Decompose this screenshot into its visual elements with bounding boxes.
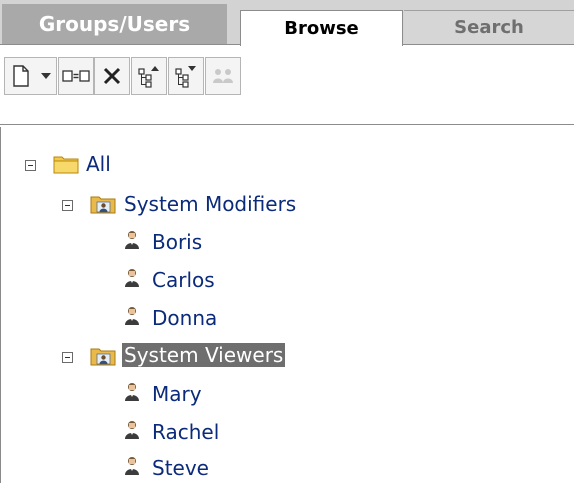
tree-node-user[interactable]: Donna: [0, 304, 300, 334]
user-icon: [125, 269, 139, 287]
tree-label: Carlos: [152, 268, 215, 292]
move-down-icon: [175, 66, 196, 88]
move-up-button[interactable]: [131, 57, 167, 95]
toolbar-divider: [0, 124, 574, 125]
assign-users-button[interactable]: [205, 57, 241, 95]
delete-icon: [103, 67, 121, 85]
tree-node-all[interactable]: All: [0, 151, 200, 181]
dropdown-arrow-icon: [40, 73, 51, 79]
tree-node-user[interactable]: Mary: [0, 380, 300, 410]
new-button[interactable]: [4, 57, 36, 95]
tree-label: Donna: [152, 306, 218, 330]
user-icon: [125, 421, 139, 439]
tab-search[interactable]: Search: [404, 10, 574, 44]
tree-label: System Viewers: [122, 343, 286, 367]
move-up-icon: [138, 66, 159, 88]
tree-label: All: [86, 152, 111, 176]
folder-icon: [53, 156, 79, 174]
user-icon: [125, 383, 139, 401]
delete-button[interactable]: [94, 57, 130, 95]
tree-node-user[interactable]: Boris: [0, 228, 300, 258]
tree-label: System Modifiers: [124, 192, 297, 216]
tree-node-group-selected[interactable]: System Viewers: [0, 342, 360, 372]
move-down-button[interactable]: [168, 57, 204, 95]
tree-node-user[interactable]: Carlos: [0, 266, 300, 296]
new-dropdown-button[interactable]: [35, 57, 57, 95]
group-folder-icon: [90, 196, 116, 214]
group-users-icon: [213, 69, 233, 83]
tree-label: Steve: [152, 456, 209, 480]
new-document-icon: [12, 65, 29, 87]
collapse-toggle[interactable]: [62, 352, 73, 363]
collapse-toggle[interactable]: [62, 200, 73, 211]
tree-label: Rachel: [152, 420, 220, 444]
tab-browse[interactable]: Browse: [240, 10, 403, 46]
tab-groups-users[interactable]: Groups/Users: [2, 4, 227, 44]
group-folder-icon: [90, 348, 116, 366]
tree-node-user[interactable]: Rachel: [0, 418, 300, 448]
user-icon: [125, 457, 139, 475]
user-icon: [125, 231, 139, 249]
tree-label: Boris: [152, 230, 203, 254]
rename-button[interactable]: [58, 57, 94, 95]
tree-label: Mary: [152, 382, 202, 406]
user-icon: [125, 307, 139, 325]
tree-node-group[interactable]: System Modifiers: [0, 190, 360, 220]
tab-bar: Groups/Users Browse Search: [0, 0, 574, 46]
group-tree: All System Modifiers Boris Carlos Donna …: [0, 128, 574, 483]
tree-node-user[interactable]: Steve: [0, 454, 300, 484]
collapse-toggle[interactable]: [25, 160, 36, 171]
rename-icon: [62, 70, 90, 82]
